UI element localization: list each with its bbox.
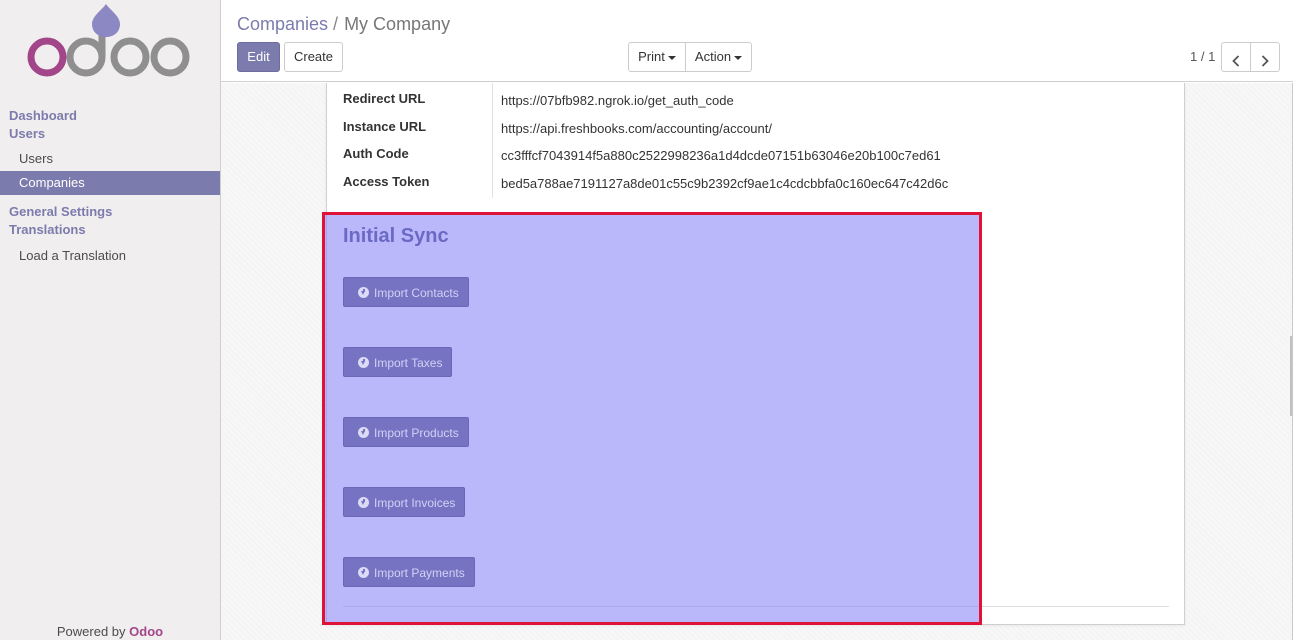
create-button[interactable]: Create xyxy=(284,42,343,72)
field-label: Instance URL xyxy=(343,119,427,134)
button-label: Import Taxes xyxy=(374,356,443,370)
import-contacts-button[interactable]: Import Contacts xyxy=(343,277,469,307)
import-taxes-button[interactable]: Import Taxes xyxy=(343,347,453,377)
chevron-left-icon xyxy=(1232,55,1240,67)
download-icon xyxy=(358,427,369,438)
pager-previous-button[interactable] xyxy=(1221,42,1251,72)
field-value: https://api.freshbooks.com/accounting/ac… xyxy=(501,121,772,136)
button-label: Import Products xyxy=(374,426,459,440)
chevron-right-icon xyxy=(1261,55,1269,67)
breadcrumb-separator: / xyxy=(333,14,339,34)
field-label: Access Token xyxy=(343,174,430,189)
action-dropdown-button[interactable]: Action xyxy=(685,42,752,72)
sidebar-menu: Dashboard Users Users Companies General … xyxy=(0,107,220,268)
edit-button[interactable]: Edit xyxy=(237,42,280,72)
menu-item-load-translation[interactable]: Load a Translation xyxy=(0,244,220,268)
import-invoices-button[interactable]: Import Invoices xyxy=(343,487,466,517)
download-icon xyxy=(358,287,369,298)
field-value: bed5a788ae7191127a8de01c55c9b2392cf9ae1c… xyxy=(501,176,949,191)
form-view: Redirect URL https://07bfb982.ngrok.io/g… xyxy=(221,83,1293,640)
field-value: https://07bfb982.ngrok.io/get_auth_code xyxy=(501,93,734,108)
menu-item-companies[interactable]: Companies xyxy=(0,171,220,195)
odoo-brand-link[interactable]: Odoo xyxy=(129,624,163,639)
print-label: Print xyxy=(638,49,665,64)
pager-next-button[interactable] xyxy=(1250,42,1280,72)
breadcrumb: Companies / My Company xyxy=(237,12,450,36)
control-panel: Companies / My Company Edit Create Print A… xyxy=(221,0,1293,82)
print-dropdown-button[interactable]: Print xyxy=(628,42,686,72)
caret-down-icon xyxy=(667,55,676,60)
initial-sync-section: Initial Sync Import Contacts Import Taxe… xyxy=(322,212,982,625)
download-icon xyxy=(358,497,369,508)
odoo-logo[interactable] xyxy=(24,2,196,82)
import-products-button[interactable]: Import Products xyxy=(343,417,469,447)
menu-users-section[interactable]: Users xyxy=(0,125,220,143)
menu-translations-section[interactable]: Translations xyxy=(0,221,220,239)
field-column-divider xyxy=(492,83,493,198)
action-label: Action xyxy=(694,49,732,64)
powered-by-text: Powered by xyxy=(56,624,126,639)
download-icon xyxy=(358,357,369,368)
pager-value[interactable]: 1 / 1 xyxy=(1190,49,1215,64)
breadcrumb-companies[interactable]: Companies xyxy=(237,14,328,34)
button-label: Import Invoices xyxy=(374,496,456,510)
powered-by: Powered by Odoo xyxy=(0,624,220,639)
menu-dashboard[interactable]: Dashboard xyxy=(0,107,220,125)
menu-general-settings[interactable]: General Settings xyxy=(0,203,220,221)
scrollbar[interactable] xyxy=(1290,336,1292,416)
field-label: Redirect URL xyxy=(343,91,426,106)
download-icon xyxy=(358,567,369,578)
menu-item-users[interactable]: Users xyxy=(0,147,220,171)
section-title: Initial Sync xyxy=(343,225,449,247)
field-label: Auth Code xyxy=(343,146,409,161)
sidebar: Dashboard Users Users Companies General … xyxy=(0,0,221,640)
import-payments-button[interactable]: Import Payments xyxy=(343,557,475,587)
caret-down-icon xyxy=(734,55,743,60)
button-label: Import Contacts xyxy=(374,286,459,300)
field-value: cc3fffcf7043914f5a880c2522998236a1d4dcde… xyxy=(501,148,941,163)
button-label: Import Payments xyxy=(374,566,465,580)
breadcrumb-current: My Company xyxy=(344,14,451,34)
